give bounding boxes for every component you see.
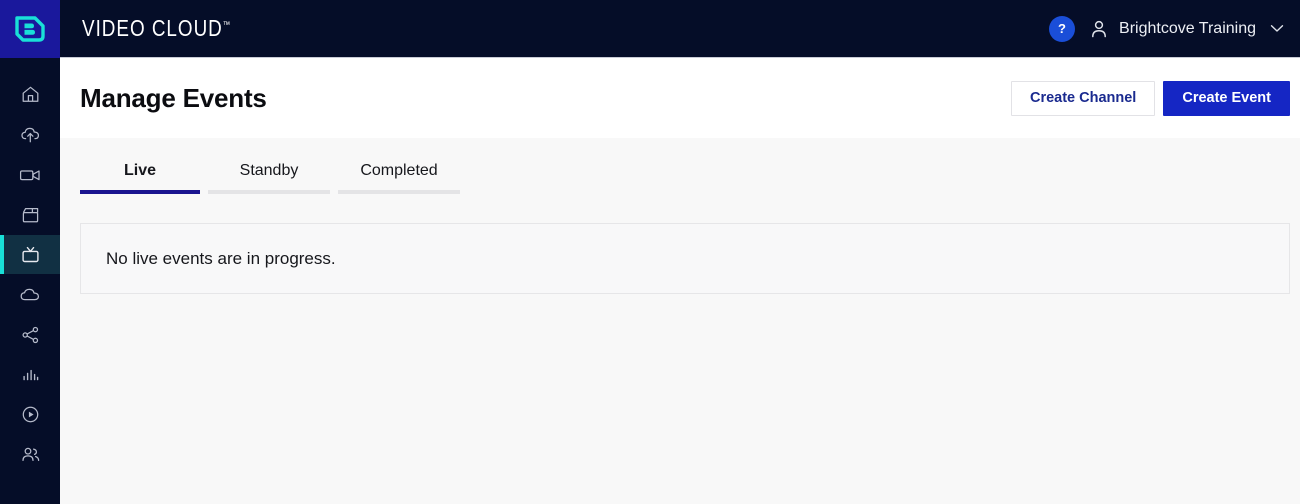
play-circle-icon bbox=[21, 405, 40, 424]
help-button[interactable]: ? bbox=[1049, 15, 1076, 42]
people-icon bbox=[20, 446, 41, 463]
app-root: VIDEO CLOUD™ ? Brightcove Training Manag… bbox=[0, 0, 1300, 504]
bar-chart-icon bbox=[21, 367, 40, 383]
person-icon bbox=[1089, 19, 1109, 39]
cloud-upload-icon bbox=[20, 125, 41, 144]
account-name: Brightcove Training bbox=[1119, 19, 1256, 37]
tab-live-label: Live bbox=[123, 162, 156, 179]
page-actions: Create Channel Create Event bbox=[1010, 80, 1290, 116]
sidebar-item-cloud-playout[interactable] bbox=[0, 275, 60, 314]
sidebar-item-analytics[interactable] bbox=[0, 355, 60, 394]
clapboard-icon bbox=[21, 206, 40, 224]
tab-live[interactable]: Live bbox=[80, 162, 200, 194]
tab-live-underline bbox=[80, 190, 200, 194]
sidebar-item-players[interactable] bbox=[0, 395, 60, 434]
sidebar-item-upload[interactable] bbox=[0, 115, 60, 154]
chevron-down-icon bbox=[1268, 24, 1284, 33]
video-camera-icon bbox=[19, 167, 41, 183]
brightcove-b-logo-icon bbox=[13, 12, 47, 46]
account-menu[interactable]: Brightcove Training bbox=[1089, 19, 1284, 39]
empty-state-panel: No live events are in progress. bbox=[80, 223, 1290, 294]
events-tablist: Live Standby Completed bbox=[60, 138, 1300, 194]
create-channel-button[interactable]: Create Channel bbox=[1010, 80, 1156, 116]
cloud-icon bbox=[19, 287, 41, 303]
television-icon bbox=[20, 245, 41, 264]
create-event-button[interactable]: Create Event bbox=[1163, 80, 1290, 116]
sidebar-item-audience[interactable] bbox=[0, 435, 60, 474]
page-title: Manage Events bbox=[80, 82, 267, 113]
tab-completed-label: Completed bbox=[360, 162, 438, 179]
empty-state-message: No live events are in progress. bbox=[106, 248, 336, 268]
sidebar-item-live[interactable] bbox=[0, 235, 60, 274]
trademark-symbol: ™ bbox=[222, 19, 231, 30]
tab-completed[interactable]: Completed bbox=[338, 162, 460, 194]
tab-standby[interactable]: Standby bbox=[208, 162, 330, 194]
top-header: VIDEO CLOUD™ ? Brightcove Training bbox=[0, 0, 1300, 58]
tab-standby-label: Standby bbox=[239, 162, 299, 179]
main-content: Live Standby Completed No live events ar… bbox=[60, 138, 1300, 504]
header-right-controls: ? Brightcove Training bbox=[1049, 15, 1300, 42]
product-name-text: VIDEO CLOUD bbox=[82, 15, 223, 41]
sidebar-nav bbox=[0, 58, 60, 504]
sidebar-item-media[interactable] bbox=[0, 155, 60, 194]
sidebar-item-studio[interactable] bbox=[0, 195, 60, 234]
sidebar-item-home[interactable] bbox=[0, 75, 60, 114]
page-header: Manage Events Create Channel Create Even… bbox=[60, 58, 1300, 138]
sidebar-item-social[interactable] bbox=[0, 315, 60, 354]
tab-completed-underline bbox=[338, 190, 460, 194]
product-wordmark: VIDEO CLOUD™ bbox=[82, 15, 230, 42]
brightcove-logo-tile[interactable] bbox=[0, 0, 60, 58]
question-mark-icon: ? bbox=[1058, 21, 1066, 36]
share-network-icon bbox=[21, 326, 40, 344]
home-icon bbox=[21, 85, 40, 104]
tab-standby-underline bbox=[208, 190, 330, 194]
